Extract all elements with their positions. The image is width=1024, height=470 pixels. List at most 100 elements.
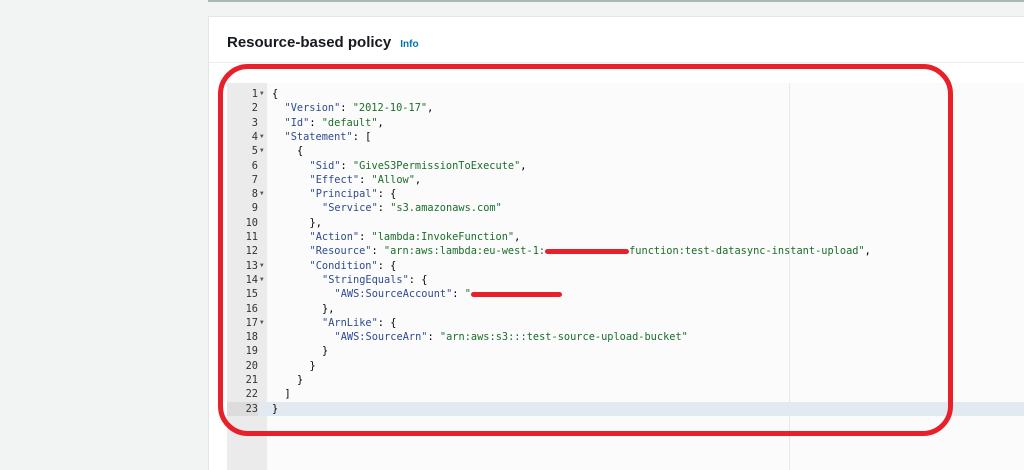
json-punctuation: :: [340, 102, 353, 115]
code-line[interactable]: 14 ▼ "StringEquals": {: [227, 273, 1024, 287]
line-number: 17: [245, 316, 258, 329]
code-line[interactable]: 18 "AWS:SourceArn": "arn:aws:s3:::test-so…: [227, 330, 1024, 344]
code-line[interactable]: 22]: [227, 387, 1024, 401]
json-punctuation: : {: [408, 273, 428, 286]
policy-code-editor[interactable]: 1 ▼{2 "Version": "2012-10-17", 3 "Id": "defa…: [227, 83, 1024, 470]
redaction-mark: [545, 248, 630, 254]
json-key: "ArnLike": [322, 316, 378, 329]
code-line[interactable]: 17 ▼ "ArnLike": {: [227, 316, 1024, 330]
json-punctuation: :: [359, 231, 372, 243]
code-line[interactable]: 21}: [227, 373, 1024, 387]
json-key: "Id": [284, 116, 310, 129]
line-number: 22: [245, 388, 258, 401]
code-text: {: [272, 87, 278, 101]
code-line[interactable]: 6 "Sid": "GiveS3PermissionToExecute",: [227, 159, 1024, 173]
code-line[interactable]: 19}: [227, 344, 1024, 358]
line-number: 19: [245, 345, 258, 358]
info-link[interactable]: Info: [400, 39, 418, 50]
code-text: ]: [285, 387, 291, 401]
json-key: "AWS:SourceArn": [334, 331, 428, 344]
json-string: "arn:aws:s3:::test-source-upload-bucket": [439, 331, 688, 344]
json-string: "arn:aws:lambda:eu-west-1:: [383, 245, 546, 258]
json-punctuation: }: [322, 345, 329, 358]
json-punctuation: {: [297, 145, 304, 158]
code-text: "StringEquals": {: [322, 273, 427, 287]
json-punctuation: ,: [414, 173, 422, 186]
top-divider: [208, 0, 1024, 2]
line-number: 6: [251, 159, 258, 172]
fold-toggle-icon[interactable]: ▼: [260, 273, 264, 287]
json-punctuation: :: [309, 116, 322, 129]
code-line[interactable]: 9 "Service": "s3.amazonaws.com": [227, 201, 1024, 215]
json-punctuation: :: [377, 202, 391, 215]
json-punctuation: ,: [864, 245, 871, 258]
code-text: "Condition": {: [310, 259, 397, 273]
line-number: 7: [251, 173, 258, 186]
json-punctuation: : [: [352, 130, 372, 143]
json-punctuation: ,: [377, 116, 384, 129]
code-line[interactable]: 11 "Action": "lambda:InvokeFunction",: [227, 230, 1024, 244]
fold-toggle-icon[interactable]: ▼: [260, 130, 264, 144]
json-key: "Principal": [309, 188, 378, 201]
line-number: 15: [245, 288, 258, 301]
json-key: "Resource": [309, 245, 372, 258]
fold-toggle-icon[interactable]: ▼: [260, 259, 264, 273]
code-line[interactable]: 16},: [227, 302, 1024, 316]
code-line[interactable]: 13 ▼ "Condition": {: [227, 259, 1024, 273]
code-text: {: [297, 144, 303, 158]
line-number: 10: [245, 216, 258, 229]
panel-title: Resource-based policy: [227, 34, 392, 51]
code-text: "Version": "2012-10-17",: [285, 101, 434, 115]
code-line[interactable]: 4 ▼ "Statement": [: [227, 130, 1024, 144]
fold-toggle-icon[interactable]: ▼: [260, 316, 264, 330]
json-string: "Allow": [371, 173, 415, 186]
json-punctuation: ,: [520, 159, 527, 172]
json-punctuation: }: [309, 359, 316, 372]
code-line[interactable]: 10},: [227, 216, 1024, 230]
code-text: "Effect": "Allow",: [310, 173, 422, 187]
fold-toggle-icon[interactable]: ▼: [260, 144, 264, 158]
json-punctuation: ]: [284, 388, 291, 401]
json-string: "2012-10-17": [352, 102, 428, 115]
code-line[interactable]: 1 ▼ {: [227, 87, 1024, 101]
fold-toggle-icon[interactable]: ▼: [260, 187, 264, 201]
json-punctuation: },: [322, 302, 335, 315]
redaction-mark: [470, 291, 562, 297]
json-punctuation: ,: [514, 231, 521, 243]
line-number: 18: [245, 331, 258, 344]
code-line[interactable]: 7 "Effect": "Allow",: [227, 173, 1024, 187]
panel-header: Resource-based policy Info: [209, 17, 1024, 63]
code-text: "Id": "default",: [285, 116, 384, 130]
code-text: "Service": "s3.amazonaws.com": [322, 201, 502, 215]
code-line[interactable]: 20}: [227, 359, 1024, 373]
line-number: 3: [251, 116, 258, 129]
json-punctuation: :: [452, 288, 465, 301]
code-text: }: [297, 373, 303, 387]
code-line[interactable]: 15 "AWS:SourceAccount": ": [227, 287, 1024, 301]
code-line[interactable]: 2 "Version": "2012-10-17",: [227, 101, 1024, 115]
fold-toggle-icon[interactable]: ▼: [260, 87, 264, 101]
resource-policy-panel: Resource-based policy Info 1 ▼{2 "Version"…: [208, 16, 1024, 470]
code-text: }: [310, 359, 316, 373]
code-text: "Principal": {: [310, 187, 397, 201]
json-punctuation: :: [340, 159, 353, 172]
code-line[interactable]: 3 "Id": "default",: [227, 116, 1024, 130]
json-punctuation: {: [272, 88, 279, 100]
line-number: 20: [245, 359, 258, 372]
json-punctuation: :: [359, 173, 372, 186]
json-key: "Sid": [309, 159, 341, 172]
code-line[interactable]: 12 "Resource": "arn:aws:lambda:eu-west-1:…: [227, 244, 1024, 258]
line-number: 16: [245, 302, 258, 315]
code-text: "Statement": [: [285, 130, 372, 144]
json-punctuation: ,: [427, 102, 434, 115]
code-line[interactable]: 8 ▼ "Principal": {: [227, 187, 1024, 201]
code-line[interactable]: 5 ▼ {: [227, 144, 1024, 158]
line-number: 13: [245, 259, 258, 272]
line-number: 9: [251, 202, 258, 215]
json-key: "Service": [322, 202, 378, 215]
code-line[interactable]: 23}: [227, 401, 1024, 416]
code-text: "Sid": "GiveS3PermissionToExecute",: [310, 159, 527, 173]
json-key: "Effect": [309, 173, 360, 186]
json-string: "s3.amazonaws.com": [390, 202, 502, 215]
json-string: function:test-datasync-instant-upload": [629, 245, 865, 258]
